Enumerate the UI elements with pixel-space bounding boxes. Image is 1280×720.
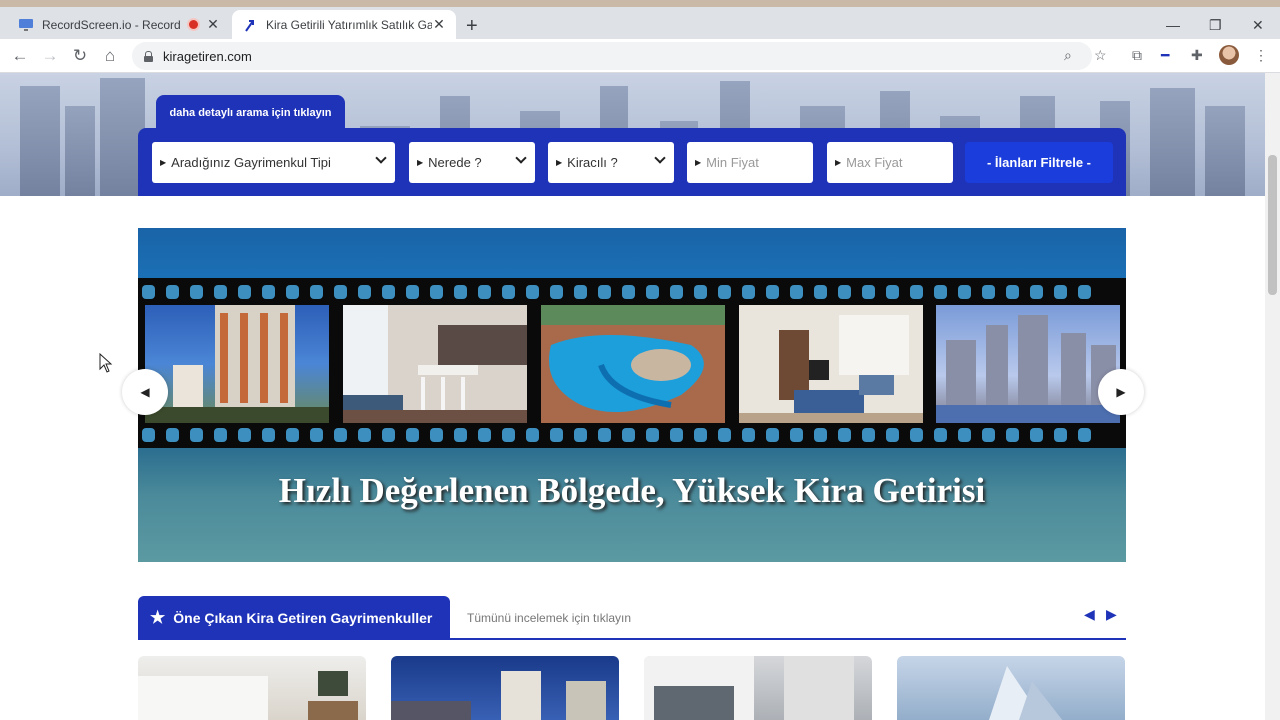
film-holes-top xyxy=(138,285,1126,299)
photo-pool xyxy=(541,305,725,423)
recording-indicator-icon xyxy=(189,20,198,29)
tab-recordscreen[interactable]: RecordScreen.io - Record yo ✕ xyxy=(8,10,230,39)
caret-right-icon: ▶ xyxy=(835,158,842,167)
home-icon[interactable]: ⌂ xyxy=(100,46,120,66)
window-top-strip xyxy=(0,0,1280,7)
caret-right-icon: ▶ xyxy=(695,158,702,167)
featured-title: Öne Çıkan Kira Getiren Gayrimenkuller xyxy=(173,609,433,626)
max-price-placeholder: Max Fiyat xyxy=(846,155,903,170)
min-price-input[interactable]: ▶ Min Fiyat xyxy=(687,142,813,183)
url-text: kiragetiren.com xyxy=(163,48,252,64)
featured-title-tab: ★ Öne Çıkan Kira Getiren Gayrimenkuller xyxy=(138,596,450,639)
banner-slider: Hızlı Değerlenen Bölgede, Yüksek Kira Ge… xyxy=(138,228,1126,562)
new-tab-icon[interactable]: + xyxy=(466,15,478,38)
tab-kiragetiren[interactable]: Kira Getirili Yatırımlık Satılık Gayr ✕ xyxy=(232,10,456,39)
arrow-right-icon[interactable]: → xyxy=(40,46,60,66)
extension-icon[interactable]: ⧉ xyxy=(1132,47,1142,64)
property-type-select[interactable]: ▶ Aradığınız Gayrimenkul Tipi xyxy=(152,142,395,183)
close-window-icon[interactable]: ✕ xyxy=(1252,17,1264,34)
photo-tower xyxy=(145,305,329,423)
bookmark-star-icon[interactable]: ☆ xyxy=(1094,47,1107,64)
tenant-select[interactable]: ▶ Kiracılı ? xyxy=(548,142,674,183)
scrollbar-thumb[interactable] xyxy=(1268,155,1277,295)
detailed-search-tab[interactable]: daha detaylı arama için tıklayın xyxy=(156,95,345,131)
tenant-value: Kiracılı ? xyxy=(567,155,618,170)
menu-dots-icon[interactable]: ⋮ xyxy=(1254,47,1268,64)
caret-right-icon: ▶ xyxy=(556,158,563,167)
film-holes-bottom xyxy=(138,428,1126,442)
url-field[interactable]: kiragetiren.com xyxy=(132,42,1092,70)
caret-right-icon: ▶ xyxy=(160,158,167,167)
photo-living-room xyxy=(739,305,923,423)
listing-card[interactable] xyxy=(391,656,619,720)
minimize-icon[interactable]: — xyxy=(1166,17,1180,33)
profile-avatar[interactable] xyxy=(1219,45,1239,65)
caret-right-icon: ▶ xyxy=(417,158,424,167)
page-scrollbar[interactable] xyxy=(1265,73,1280,720)
film-strip xyxy=(138,278,1126,448)
close-tab-icon[interactable]: ✕ xyxy=(432,16,446,33)
extension-bar-icon[interactable]: ━ xyxy=(1161,47,1169,64)
reload-icon[interactable]: ↻ xyxy=(70,46,90,66)
photo-city-towers xyxy=(936,305,1120,423)
property-type-value: Aradığınız Gayrimenkul Tipi xyxy=(171,155,331,170)
tab-title: RecordScreen.io - Record yo xyxy=(42,17,181,32)
tab-title: Kira Getirili Yatırımlık Satılık Gayr xyxy=(266,17,432,32)
page-content: daha detaylı arama için tıklayın ▶ Aradı… xyxy=(0,73,1265,720)
close-tab-icon[interactable]: ✕ xyxy=(206,16,220,33)
arrow-up-favicon-icon xyxy=(242,17,258,33)
featured-section-header: ★ Öne Çıkan Kira Getiren Gayrimenkuller … xyxy=(138,596,1126,640)
filter-listings-button[interactable]: - İlanları Filtrele - xyxy=(965,142,1113,183)
mouse-cursor-icon xyxy=(99,353,113,373)
listing-card[interactable] xyxy=(644,656,872,720)
puzzle-icon[interactable]: ✚ xyxy=(1191,47,1203,64)
banner-headline: Hızlı Değerlenen Bölgede, Yüksek Kira Ge… xyxy=(278,471,986,510)
slider-prev-button[interactable]: ◀ xyxy=(122,369,168,415)
caret-right-icon: ▶ xyxy=(1116,385,1126,399)
listing-card[interactable] xyxy=(138,656,366,720)
featured-prev-icon[interactable]: ◀ xyxy=(1084,606,1095,623)
max-price-input[interactable]: ▶ Max Fiyat xyxy=(827,142,953,183)
zoom-icon[interactable]: ⌕ xyxy=(1064,47,1072,64)
monitor-favicon-icon xyxy=(18,17,34,33)
search-panel: ▶ Aradığınız Gayrimenkul Tipi ▶ Nerede ?… xyxy=(138,128,1126,196)
listing-card[interactable] xyxy=(897,656,1125,720)
chevron-down-icon xyxy=(515,152,527,164)
featured-next-icon[interactable]: ▶ xyxy=(1106,606,1117,623)
star-icon: ★ xyxy=(150,607,166,627)
arrow-left-icon[interactable]: ← xyxy=(10,46,30,66)
view-all-link[interactable]: Tümünü incelemek için tıklayın xyxy=(467,611,631,625)
address-bar: ← → ↻ ⌂ kiragetiren.com ⌕ ☆ ⧉ ━ ✚ ⋮ xyxy=(0,39,1280,73)
caret-left-icon: ◀ xyxy=(140,385,150,399)
slider-next-button[interactable]: ▶ xyxy=(1098,369,1144,415)
photo-kitchen xyxy=(343,305,527,423)
location-value: Nerede ? xyxy=(428,155,482,170)
tab-bar: RecordScreen.io - Record yo ✕ Kira Getir… xyxy=(0,7,1280,39)
chevron-down-icon xyxy=(654,152,666,164)
chevron-down-icon xyxy=(375,152,387,164)
location-select[interactable]: ▶ Nerede ? xyxy=(409,142,535,183)
min-price-placeholder: Min Fiyat xyxy=(706,155,759,170)
city-header: daha detaylı arama için tıklayın ▶ Aradı… xyxy=(0,73,1265,196)
lock-icon xyxy=(144,50,153,62)
restore-icon[interactable]: ❐ xyxy=(1209,17,1222,34)
